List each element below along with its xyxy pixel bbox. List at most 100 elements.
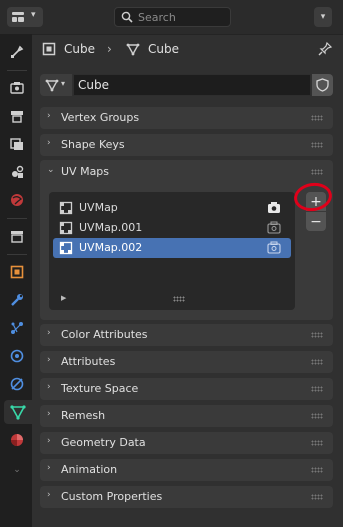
tab-separator [7, 254, 27, 255]
panel-title: Shape Keys [61, 138, 125, 151]
tab-view-layer[interactable] [4, 132, 30, 156]
search-field[interactable] [114, 7, 231, 27]
tab-object-data[interactable] [4, 400, 32, 424]
chevron-right-icon: › [47, 409, 51, 419]
mesh-datablock-selector: ▾ Cube [40, 74, 333, 96]
drag-grip-icon[interactable] [311, 494, 323, 500]
panel-title: Attributes [61, 355, 116, 368]
collection-icon [11, 231, 23, 243]
panel-remesh[interactable]: › Remesh [40, 405, 333, 427]
panel-title: Custom Properties [61, 490, 163, 503]
remove-uv-map-button[interactable]: − [306, 212, 326, 231]
pin-icon[interactable] [317, 41, 333, 57]
browse-mesh-button[interactable]: ▾ [40, 74, 72, 96]
render-icon [10, 82, 24, 94]
tool-icon [11, 45, 24, 58]
tab-modifiers[interactable] [4, 288, 30, 312]
uv-map-row[interactable]: UVMap [53, 198, 291, 218]
options-dropdown-button[interactable]: ▾ [314, 7, 332, 27]
mesh-data-icon [10, 405, 26, 420]
drag-grip-icon[interactable] [311, 142, 323, 148]
particles-icon [11, 322, 23, 334]
editor-type-dropdown[interactable]: ▾ [7, 7, 43, 27]
breadcrumb-object-name: Cube [64, 42, 95, 56]
material-icon [11, 434, 23, 446]
mesh-name-field[interactable]: Cube [73, 74, 311, 96]
panel-geometry-data[interactable]: › Geometry Data [40, 432, 333, 454]
chevron-right-icon: › [47, 355, 51, 365]
panel-title: Remesh [61, 409, 106, 422]
uv-map-row[interactable]: UVMap.001 [53, 218, 291, 238]
camera-icon[interactable] [267, 201, 281, 214]
constraint-icon [10, 377, 24, 391]
fake-user-button[interactable] [312, 74, 333, 96]
chevron-right-icon: › [47, 490, 51, 500]
chevron-down-icon: ⌄ [13, 465, 21, 475]
tab-physics[interactable] [4, 344, 30, 368]
uv-map-name: UVMap.002 [79, 241, 143, 254]
view-layer-icon [10, 138, 23, 150]
tab-output[interactable] [4, 104, 30, 128]
tab-particles[interactable] [4, 316, 30, 340]
panel-animation[interactable]: › Animation [40, 459, 333, 481]
drag-grip-icon[interactable] [311, 440, 323, 446]
drag-grip-icon[interactable] [311, 169, 323, 175]
tab-tool[interactable] [4, 40, 30, 64]
chevron-right-icon: › [47, 111, 51, 121]
panel-custom-properties[interactable]: › Custom Properties [40, 486, 333, 508]
chevron-down-icon: ⌄ [47, 165, 55, 175]
physics-icon [10, 349, 24, 363]
world-icon [11, 194, 23, 206]
panel-texture-space[interactable]: › Texture Space [40, 378, 333, 400]
chevron-right-icon: › [47, 436, 51, 446]
drag-grip-icon[interactable] [311, 467, 323, 473]
filter-options-toggle-icon[interactable]: ▶ [61, 294, 66, 302]
tab-scene[interactable] [4, 160, 30, 184]
camera-icon[interactable] [267, 221, 281, 234]
drag-grip-icon[interactable] [311, 386, 323, 392]
drag-grip-icon[interactable] [311, 115, 323, 121]
tab-more[interactable]: ⌄ [4, 458, 30, 482]
chevron-down-icon: ▾ [320, 12, 326, 22]
properties-header: ▾ ▾ [0, 0, 343, 35]
list-resize-grip-icon[interactable] [173, 296, 185, 302]
drag-grip-icon[interactable] [311, 332, 323, 338]
chevron-right-icon: › [47, 328, 51, 338]
tab-collection[interactable] [4, 224, 30, 248]
breadcrumb-chevron-right-icon: › [107, 42, 112, 56]
uv-maps-header[interactable]: ⌄ UV Maps [40, 160, 333, 184]
uv-map-icon [59, 221, 73, 235]
panel-attributes[interactable]: › Attributes [40, 351, 333, 373]
drag-grip-icon[interactable] [311, 359, 323, 365]
tab-object[interactable] [4, 260, 30, 284]
uv-map-icon [59, 241, 73, 255]
panel-uv-maps: ⌄ UV Maps UVMap UVMap.001 UVMap.002 ▶ + … [40, 160, 333, 320]
drag-grip-icon[interactable] [311, 413, 323, 419]
tab-constraints[interactable] [4, 372, 30, 396]
object-icon [10, 265, 24, 279]
panel-title: Texture Space [61, 382, 139, 395]
object-icon [42, 42, 56, 56]
uv-map-row[interactable]: UVMap.002 [53, 238, 291, 258]
panel-title: Vertex Groups [61, 111, 140, 124]
chevron-down-icon: ▾ [31, 10, 36, 20]
tab-world[interactable] [4, 188, 30, 212]
tab-separator [7, 70, 27, 71]
uv-map-list: UVMap UVMap.001 UVMap.002 ▶ [49, 192, 295, 310]
breadcrumb-data-name: Cube [148, 42, 179, 56]
scene-icon [12, 165, 24, 178]
camera-icon[interactable] [267, 241, 281, 254]
search-input[interactable] [138, 10, 226, 24]
chevron-down-icon: ▾ [61, 79, 66, 88]
search-icon [121, 11, 133, 23]
panel-shape-keys[interactable]: › Shape Keys [40, 134, 333, 156]
mesh-data-icon [45, 79, 59, 92]
tab-material[interactable] [4, 428, 30, 452]
tab-separator [7, 218, 27, 219]
tab-render[interactable] [4, 76, 30, 100]
panel-vertex-groups[interactable]: › Vertex Groups [40, 107, 333, 129]
uv-map-name: UVMap [79, 201, 118, 214]
breadcrumb: Cube › Cube [32, 34, 343, 64]
uv-map-name: UVMap.001 [79, 221, 143, 234]
panel-color-attributes[interactable]: › Color Attributes [40, 324, 333, 346]
